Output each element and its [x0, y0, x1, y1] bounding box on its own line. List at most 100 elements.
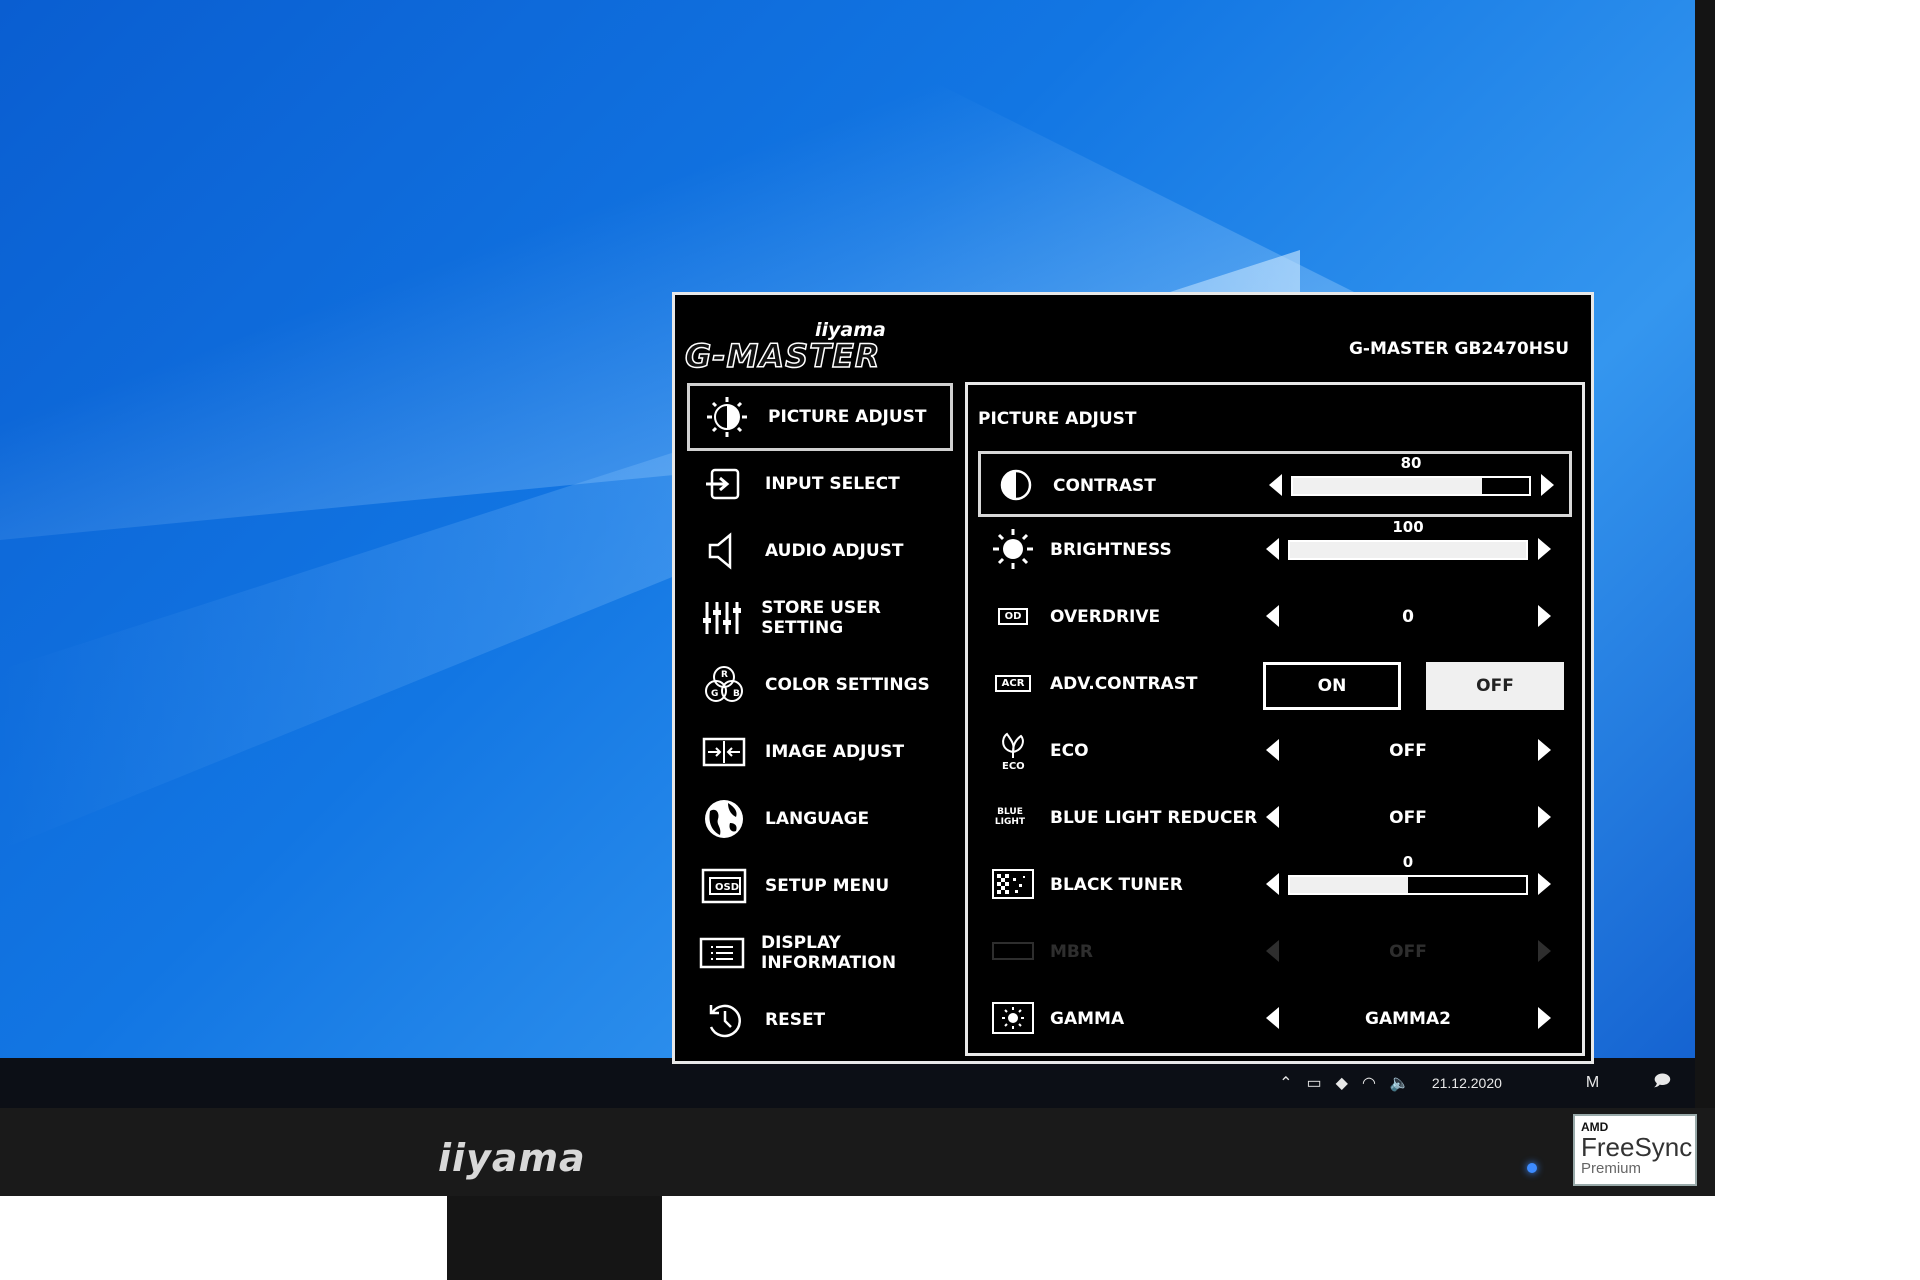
increase-arrow-icon[interactable] [1538, 873, 1551, 895]
reset-icon [699, 995, 749, 1045]
info-list-icon [699, 928, 745, 978]
image-adjust-icon [699, 727, 749, 777]
overdrive-icon: OD [990, 593, 1036, 639]
mbr-value: OFF [1389, 942, 1427, 962]
picture-adjust-panel: PICTURE ADJUST CONTRAST 80 BRIGHTNESS 10… [965, 382, 1585, 1056]
increase-arrow-icon[interactable] [1538, 739, 1551, 761]
decrease-arrow-icon[interactable] [1266, 538, 1279, 560]
rgb-icon: RG B [699, 660, 749, 710]
setting-black-tuner[interactable]: BLACK TUNER 0 [978, 853, 1572, 919]
setting-mbr: MBR OFF [978, 920, 1572, 986]
menu-item-image-adjust[interactable]: IMAGE ADJUST [687, 718, 953, 786]
app-icon[interactable]: M [1586, 1074, 1599, 1092]
menu-item-store-user-setting[interactable]: STORE USER SETTING [687, 584, 953, 652]
menu-item-setup-menu[interactable]: OSD SETUP MENU [687, 852, 953, 920]
black-tuner-slider-fill [1290, 877, 1408, 893]
picture-adjust-icon [702, 392, 752, 442]
monitor-chin [0, 1108, 1715, 1196]
decrease-arrow-icon [1266, 940, 1279, 962]
dropbox-icon[interactable]: ◆ [1336, 1073, 1348, 1093]
sliders-icon [699, 593, 745, 643]
menu-item-label: RESET [765, 1010, 826, 1030]
decrease-arrow-icon[interactable] [1266, 605, 1279, 627]
decrease-arrow-icon[interactable] [1266, 806, 1279, 828]
black-tuner-slider[interactable] [1288, 875, 1528, 895]
decrease-arrow-icon[interactable] [1266, 739, 1279, 761]
setting-label: BLACK TUNER [1050, 875, 1183, 895]
gamma-icon [990, 995, 1036, 1041]
taskbar: ⌃ ▭ ◆ ◠ 🔈 21.12.2020 M 🗩 [0, 1058, 1695, 1108]
brightness-slider[interactable] [1288, 540, 1528, 560]
setting-blue-light-reducer[interactable]: BLUE LIGHT BLUE LIGHT REDUCER OFF [978, 786, 1572, 852]
increase-arrow-icon[interactable] [1538, 538, 1551, 560]
monitor-stand [447, 1196, 662, 1280]
setting-contrast[interactable]: CONTRAST 80 [978, 451, 1572, 517]
menu-item-label: STORE USER SETTING [761, 598, 881, 638]
power-led [1527, 1163, 1537, 1173]
setting-label: CONTRAST [1053, 476, 1156, 496]
setting-label: ADV.CONTRAST [1050, 674, 1198, 694]
increase-arrow-icon[interactable] [1541, 474, 1554, 496]
brightness-value: 100 [1392, 518, 1424, 536]
menu-item-label: SETUP MENU [765, 876, 890, 896]
decrease-arrow-icon[interactable] [1266, 1007, 1279, 1029]
system-tray: ⌃ ▭ ◆ ◠ 🔈 21.12.2020 M 🗩 [1279, 1058, 1671, 1108]
increase-arrow-icon[interactable] [1538, 605, 1551, 627]
svg-text:G: G [711, 689, 718, 699]
notification-icon[interactable]: 🗩 [1653, 1070, 1671, 1097]
contrast-slider-fill [1293, 478, 1482, 494]
menu-item-color-settings[interactable]: RG B COLOR SETTINGS [687, 651, 953, 719]
black-tuner-value: 0 [1402, 853, 1414, 871]
setting-label: GAMMA [1050, 1009, 1125, 1029]
setting-label: BRIGHTNESS [1050, 540, 1172, 560]
taskbar-date[interactable]: 21.12.2020 [1432, 1075, 1502, 1091]
freesync-badge: AMD FreeSync Premium [1573, 1114, 1697, 1186]
osd-logo: G-MASTER [684, 336, 881, 376]
setting-adv-contrast[interactable]: ACR ADV.CONTRAST ON OFF [978, 652, 1572, 718]
menu-item-label: PICTURE ADJUST [768, 407, 927, 427]
freesync-label: FreeSync [1581, 1132, 1693, 1162]
osd-menu: iiyama G-MASTER G-MASTER GB2470HSU PICTU… [672, 292, 1594, 1064]
menu-item-label: DISPLAY INFORMATION [761, 933, 897, 973]
decrease-arrow-icon[interactable] [1269, 474, 1282, 496]
setting-brightness[interactable]: BRIGHTNESS 100 [978, 518, 1572, 584]
premium-label: Premium [1581, 1160, 1642, 1177]
setting-label: ECO [1050, 741, 1089, 761]
blue-light-icon: BLUE LIGHT [994, 807, 1026, 827]
mbr-icon [990, 928, 1036, 974]
speaker-icon [699, 526, 749, 576]
svg-text:ECO: ECO [1002, 761, 1025, 772]
battery-icon[interactable]: ▭ [1307, 1073, 1322, 1093]
increase-arrow-icon[interactable] [1538, 1007, 1551, 1029]
increase-arrow-icon[interactable] [1538, 806, 1551, 828]
svg-text:R: R [721, 670, 728, 680]
adv-contrast-off-button[interactable]: OFF [1426, 662, 1564, 710]
menu-item-input-select[interactable]: INPUT SELECT [687, 450, 953, 518]
black-tuner-icon [990, 861, 1036, 907]
setting-eco[interactable]: ECO ECO OFF [978, 719, 1572, 785]
setting-label: OVERDRIVE [1050, 607, 1161, 627]
acr-icon: ACR [990, 660, 1036, 706]
menu-item-picture-adjust[interactable]: PICTURE ADJUST [687, 383, 953, 451]
menu-item-audio-adjust[interactable]: AUDIO ADJUST [687, 517, 953, 585]
brightness-slider-fill [1290, 542, 1526, 558]
setting-gamma[interactable]: GAMMA GAMMA2 [978, 987, 1572, 1053]
globe-icon [699, 794, 749, 844]
volume-icon[interactable]: 🔈 [1390, 1073, 1410, 1093]
setting-overdrive[interactable]: OD OVERDRIVE 0 [978, 585, 1572, 651]
contrast-slider[interactable] [1291, 476, 1531, 496]
osd-main-menu: PICTURE ADJUST INPUT SELECT AUDIO ADJUST… [687, 383, 953, 1053]
gamma-value: GAMMA2 [1365, 1009, 1451, 1029]
decrease-arrow-icon[interactable] [1266, 873, 1279, 895]
menu-item-display-information[interactable]: DISPLAY INFORMATION [687, 919, 953, 987]
panel-title: PICTURE ADJUST [978, 409, 1137, 429]
chevron-up-icon[interactable]: ⌃ [1279, 1073, 1292, 1093]
blue-light-value: OFF [1389, 808, 1427, 828]
increase-arrow-icon [1538, 940, 1551, 962]
menu-item-language[interactable]: LANGUAGE [687, 785, 953, 853]
adv-contrast-on-button[interactable]: ON [1263, 662, 1401, 710]
svg-text:B: B [733, 689, 740, 699]
menu-item-reset[interactable]: RESET [687, 986, 953, 1054]
contrast-icon [993, 462, 1039, 508]
wifi-icon[interactable]: ◠ [1362, 1073, 1376, 1093]
